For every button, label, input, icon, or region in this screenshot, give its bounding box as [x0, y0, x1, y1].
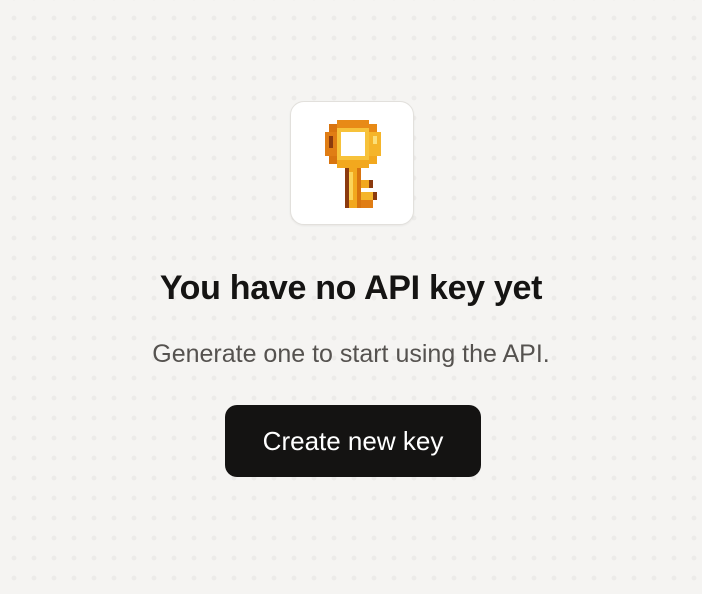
empty-state-title: You have no API key yet — [159, 269, 543, 307]
key-icon-tile — [290, 101, 414, 225]
create-new-key-button[interactable]: Create new key — [225, 405, 481, 477]
pixel-key-icon — [325, 120, 381, 208]
empty-state-panel: You have no API key yet Generate one to … — [0, 0, 702, 594]
empty-state-subtitle: Generate one to start using the API. — [152, 340, 550, 368]
